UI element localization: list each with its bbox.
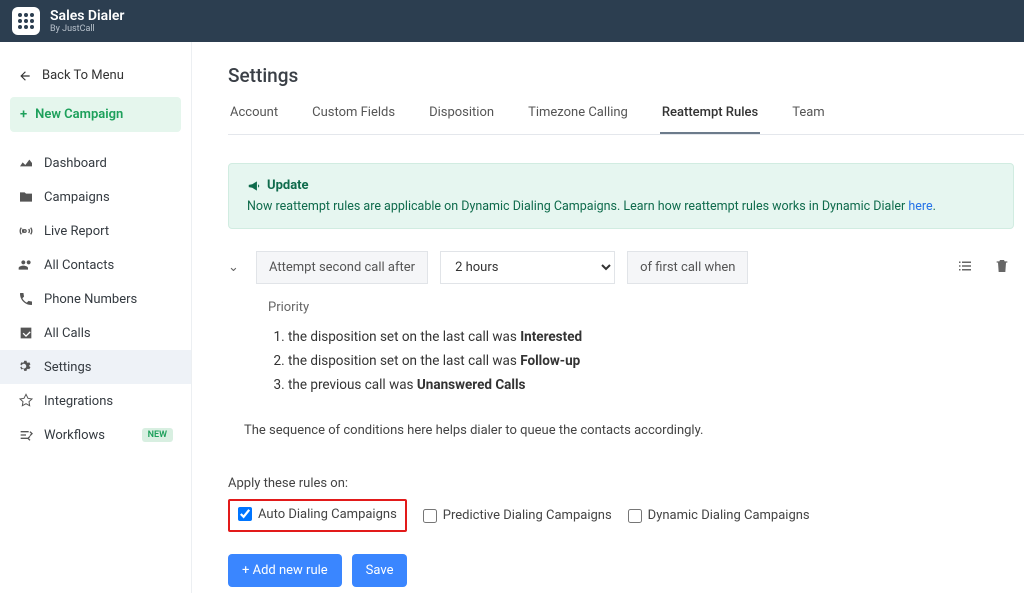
highlight-box: Auto Dialing Campaigns — [228, 499, 407, 532]
sidebar-item-label: Workflows — [44, 428, 105, 443]
megaphone-icon — [247, 179, 261, 193]
priority-label: Priority — [268, 300, 1024, 315]
arrow-left-icon — [18, 69, 32, 83]
sidebar-item-integrations[interactable]: Integrations — [0, 384, 191, 418]
rule-suffix: of first call when — [627, 251, 748, 284]
new-badge: NEW — [142, 428, 173, 442]
sidebar-item-label: Dashboard — [44, 156, 107, 171]
new-campaign-label: New Campaign — [35, 107, 123, 122]
checkbox-auto-dialing[interactable]: Auto Dialing Campaigns — [238, 507, 397, 522]
delete-button[interactable] — [990, 254, 1014, 282]
back-label: Back To Menu — [42, 68, 124, 83]
sidebar-item-label: Integrations — [44, 394, 113, 409]
workflow-icon — [18, 427, 34, 443]
calls-icon — [18, 325, 34, 341]
sidebar-item-label: Settings — [44, 360, 91, 375]
tab-team[interactable]: Team — [790, 105, 827, 134]
notice-link[interactable]: here — [908, 199, 932, 214]
chart-icon — [18, 155, 34, 171]
rule-prefix: Attempt second call after — [256, 251, 428, 284]
page-title: Settings — [228, 64, 1024, 87]
sidebar-item-workflows[interactable]: Workflows NEW — [0, 418, 191, 452]
save-button[interactable]: Save — [352, 554, 408, 587]
settings-tabs: Account Custom Fields Disposition Timezo… — [228, 105, 1024, 135]
tab-account[interactable]: Account — [228, 105, 280, 134]
add-new-rule-button[interactable]: + Add new rule — [228, 554, 342, 587]
notice-body-text: Now reattempt rules are applicable on Dy… — [247, 199, 908, 214]
sidebar-item-label: Campaigns — [44, 190, 110, 205]
tab-custom-fields[interactable]: Custom Fields — [310, 105, 397, 134]
sidebar-item-label: Live Report — [44, 224, 109, 239]
sidebar-item-dashboard[interactable]: Dashboard — [0, 146, 191, 180]
tab-reattempt-rules[interactable]: Reattempt Rules — [660, 105, 760, 134]
sidebar-item-all-contacts[interactable]: All Contacts — [0, 248, 191, 282]
notice-title-text: Update — [267, 178, 309, 193]
sidebar-item-campaigns[interactable]: Campaigns — [0, 180, 191, 214]
chevron-down-icon[interactable]: ⌄ — [228, 260, 244, 275]
brand-sub: By JustCall — [50, 24, 124, 34]
sidebar-item-phone-numbers[interactable]: Phone Numbers — [0, 282, 191, 316]
sidebar-item-all-calls[interactable]: All Calls — [0, 316, 191, 350]
new-campaign-button[interactable]: + New Campaign — [10, 97, 181, 132]
hours-select[interactable]: 2 hours — [440, 251, 615, 284]
list-icon — [956, 257, 974, 275]
sidebar: Back To Menu + New Campaign Dashboard Ca… — [0, 42, 192, 593]
priority-item: the previous call was Unanswered Calls — [288, 373, 1024, 397]
folder-icon — [18, 189, 34, 205]
sidebar-item-label: Phone Numbers — [44, 292, 137, 307]
back-to-menu[interactable]: Back To Menu — [0, 58, 191, 97]
trash-icon — [994, 258, 1010, 274]
apply-block: Apply these rules on: Auto Dialing Campa… — [228, 476, 1024, 532]
rule-row: ⌄ Attempt second call after 2 hours of f… — [228, 251, 1014, 284]
brand-name: Sales Dialer — [50, 9, 124, 23]
sequence-note: The sequence of conditions here helps di… — [228, 417, 1024, 466]
phone-icon — [18, 291, 34, 307]
checkbox-predictive-dialing[interactable]: Predictive Dialing Campaigns — [423, 508, 612, 523]
tab-disposition[interactable]: Disposition — [427, 105, 496, 134]
priority-block: Priority the disposition set on the last… — [228, 300, 1024, 397]
sidebar-item-label: All Contacts — [44, 258, 114, 273]
main-content: Settings Account Custom Fields Dispositi… — [192, 42, 1024, 593]
tab-timezone-calling[interactable]: Timezone Calling — [526, 105, 630, 134]
plus-icon: + — [20, 107, 27, 122]
contacts-icon — [18, 257, 34, 273]
apply-label: Apply these rules on: — [228, 476, 1024, 491]
gear-icon — [18, 359, 34, 375]
checkbox-input[interactable] — [238, 507, 252, 521]
checkbox-dynamic-dialing[interactable]: Dynamic Dialing Campaigns — [628, 508, 810, 523]
logo-icon — [12, 7, 40, 35]
priority-item: the disposition set on the last call was… — [288, 325, 1024, 349]
integrations-icon — [18, 393, 34, 409]
top-header: Sales Dialer By JustCall — [0, 0, 1024, 42]
checkbox-input[interactable] — [628, 509, 642, 523]
update-notice: Update Now reattempt rules are applicabl… — [228, 163, 1014, 229]
sidebar-item-label: All Calls — [44, 326, 91, 341]
priority-item: the disposition set on the last call was… — [288, 349, 1024, 373]
sidebar-item-live-report[interactable]: Live Report — [0, 214, 191, 248]
sidebar-item-settings[interactable]: Settings — [0, 350, 191, 384]
list-icon-button[interactable] — [952, 253, 978, 283]
checkbox-input[interactable] — [423, 509, 437, 523]
broadcast-icon — [18, 223, 34, 239]
